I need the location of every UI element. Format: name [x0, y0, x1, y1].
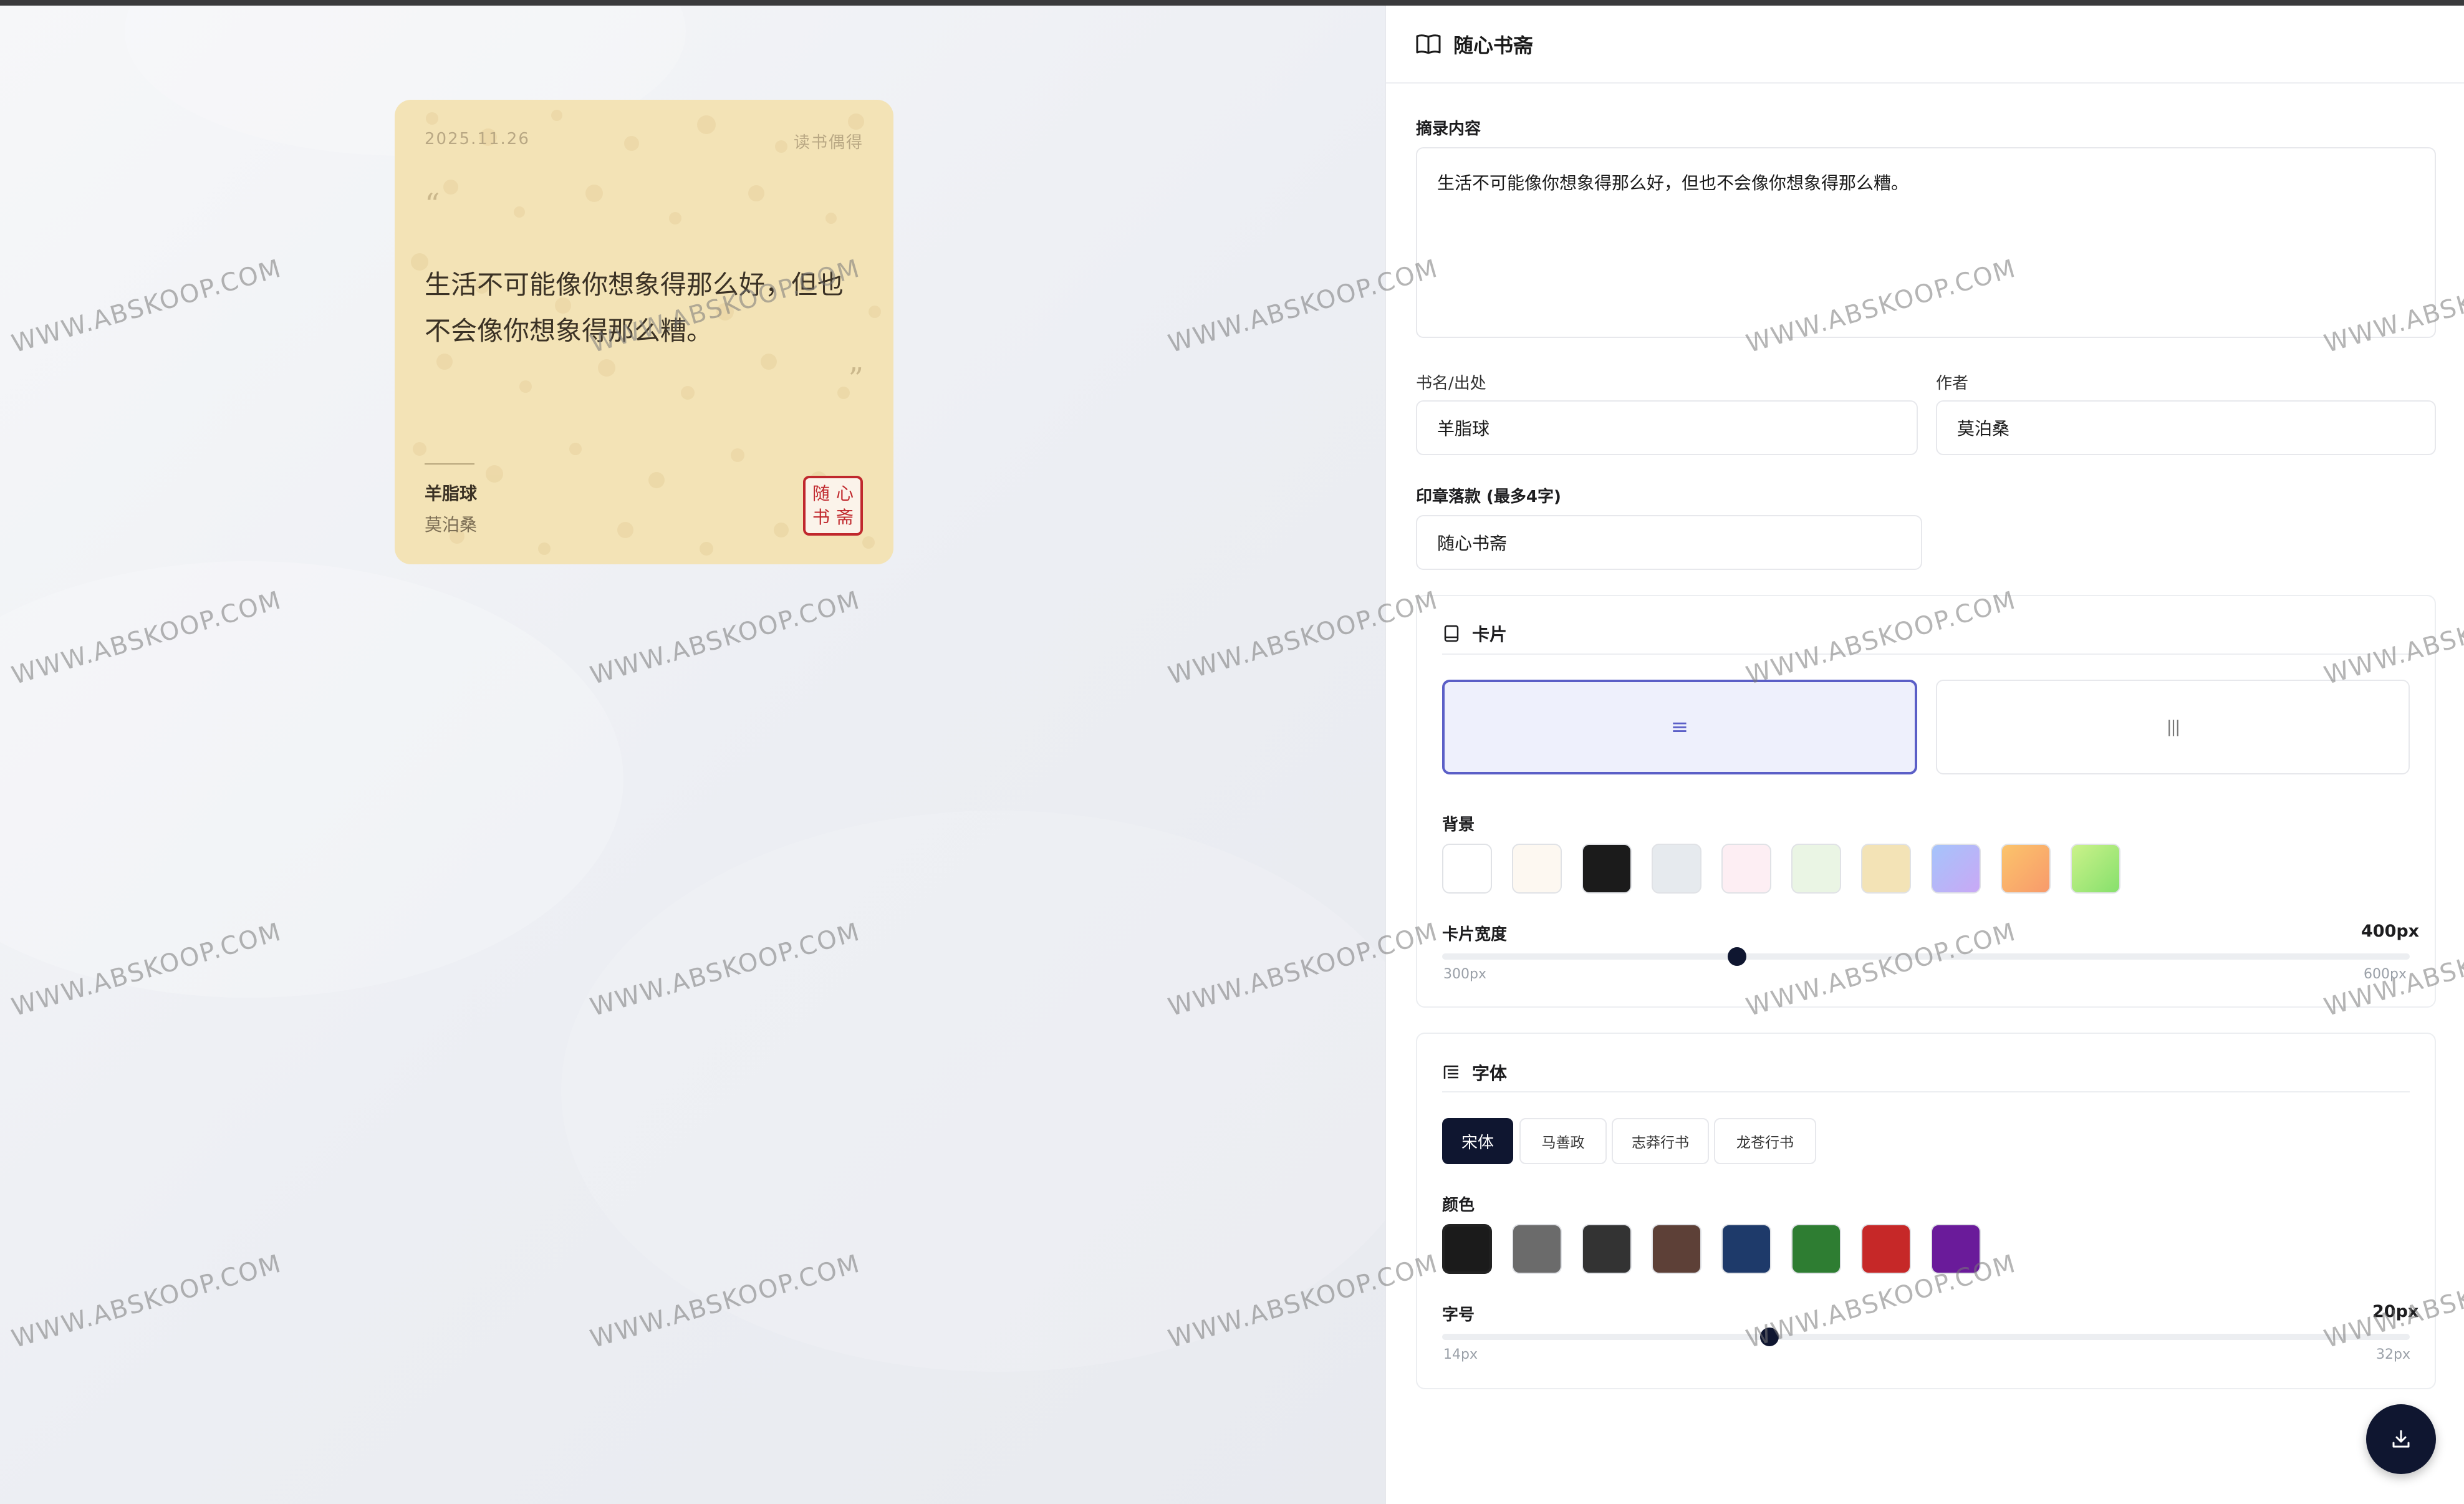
lines-vertical-icon: ||| [2166, 718, 2180, 736]
section-divider [1442, 1091, 2410, 1092]
font-option-zhimang[interactable]: 志莽行书 [1612, 1118, 1709, 1164]
open-quote-mark: “ [425, 187, 440, 222]
type-icon [1443, 1065, 1458, 1079]
card-divider [425, 463, 474, 465]
card-date: 2025.11.26 [425, 130, 530, 148]
seal-label: 印章落款 (最多4字) [1416, 488, 1561, 506]
card-book-title: 羊脂球 [425, 483, 478, 504]
excerpt-label: 摘录内容 [1416, 120, 1481, 138]
color-label: 颜色 [1442, 1196, 1475, 1215]
font-option-mashanzheng[interactable]: 马善政 [1519, 1118, 1607, 1164]
card-width-slider[interactable] [1442, 953, 2410, 960]
download-icon [2392, 1430, 2410, 1448]
bg-swatch-black[interactable] [1582, 844, 1632, 894]
font-section-title: 字体 [1472, 1063, 1508, 1084]
card-settings-section [1416, 595, 2436, 1008]
excerpt-textarea[interactable]: 生活不可能像你想象得那么好，但也不会像你想象得那么糟。 [1416, 147, 2436, 338]
card-meta: 2025.11.26 读书偶得 [425, 130, 864, 153]
layout-vertical-button[interactable]: ||| [1936, 680, 2410, 774]
seal-char: 书 [812, 507, 830, 528]
font-size-label: 字号 [1442, 1306, 1475, 1324]
card-width-label: 卡片宽度 [1442, 925, 1508, 944]
bg-swatch-cream[interactable] [1512, 844, 1562, 894]
color-swatch-purple[interactable] [1931, 1224, 1981, 1274]
panel-header: 随心书斋 [1386, 6, 2464, 84]
font-option-longcang[interactable]: 龙苍行书 [1714, 1118, 1816, 1164]
settings-panel: 随心书斋 摘录内容 生活不可能像你想象得那么好，但也不会像你想象得那么糟。 书名… [1385, 0, 2464, 1504]
font-option-songti[interactable]: 宋体 [1442, 1118, 1513, 1164]
color-swatch-green[interactable] [1791, 1224, 1841, 1274]
book-input[interactable] [1416, 400, 1918, 455]
font-size-min: 14px [1443, 1347, 1478, 1362]
bg-swatch-gradient-green[interactable] [2071, 844, 2120, 894]
bg-swatch-beige[interactable] [1861, 844, 1911, 894]
font-size-slider[interactable] [1442, 1334, 2410, 1340]
layout-horizontal-button[interactable]: ≡ [1442, 680, 1917, 774]
author-label: 作者 [1936, 374, 1969, 393]
color-swatch-navy[interactable] [1721, 1224, 1771, 1274]
card-icon [1444, 625, 1459, 642]
bg-swatch-gradient-orange[interactable] [2001, 844, 2051, 894]
font-section-header: 字体 [1442, 1060, 1507, 1085]
card-author: 莫泊桑 [425, 514, 478, 535]
font-size-slider-handle[interactable] [1760, 1328, 1779, 1346]
seal-char: 斋 [835, 507, 854, 528]
seal-char: 心 [835, 483, 854, 504]
seal-stamp: 随 心 书 斋 [803, 476, 863, 536]
card-quote-text: 生活不可能像你想象得那么好，但也不会像你想象得那么糟。 [425, 269, 844, 346]
color-swatch-red[interactable] [1861, 1224, 1911, 1274]
section-divider [1442, 653, 2410, 655]
card-width-min: 300px [1443, 967, 1486, 982]
download-button[interactable] [2366, 1404, 2436, 1474]
book-open-icon [1416, 34, 1441, 54]
color-swatch-brown[interactable] [1652, 1224, 1701, 1274]
author-input[interactable] [1936, 400, 2436, 455]
bg-swatch-gray[interactable] [1652, 844, 1701, 894]
card-width-value: 400px [2361, 922, 2420, 941]
color-swatch-black[interactable] [1442, 1224, 1492, 1274]
card-width-max: 600px [2364, 967, 2407, 982]
lines-horizontal-icon: ≡ [1670, 715, 1689, 740]
background-label: 背景 [1442, 816, 1475, 834]
card-tag: 读书偶得 [793, 133, 864, 152]
font-size-max: 32px [2376, 1347, 2410, 1362]
bg-swatch-pink[interactable] [1721, 844, 1771, 894]
background-swirl [0, 561, 623, 998]
font-size-value: 20px [2372, 1302, 2419, 1321]
app-title: 随心书斋 [1453, 33, 1534, 57]
seal-input[interactable] [1416, 515, 1922, 570]
card-section-title: 卡片 [1472, 624, 1508, 645]
bg-swatch-mint[interactable] [1791, 844, 1841, 894]
seal-char: 随 [812, 483, 830, 504]
close-quote-mark: ” [848, 362, 864, 397]
bg-swatch-gradient-blue[interactable] [1931, 844, 1981, 894]
preview-area: 2025.11.26 读书偶得 “ 生活不可能像你想象得那么好，但也不会像你想象… [0, 0, 1385, 1504]
top-bar [0, 0, 2464, 6]
bg-swatch-white[interactable] [1442, 844, 1492, 894]
card-width-slider-handle[interactable] [1728, 947, 1746, 966]
background-swirl [561, 811, 1385, 1372]
color-swatch-gray[interactable] [1512, 1224, 1562, 1274]
color-swatch-dark-gray[interactable] [1582, 1224, 1632, 1274]
card-section-header: 卡片 [1442, 621, 1507, 646]
book-label: 书名/出处 [1416, 374, 1486, 393]
